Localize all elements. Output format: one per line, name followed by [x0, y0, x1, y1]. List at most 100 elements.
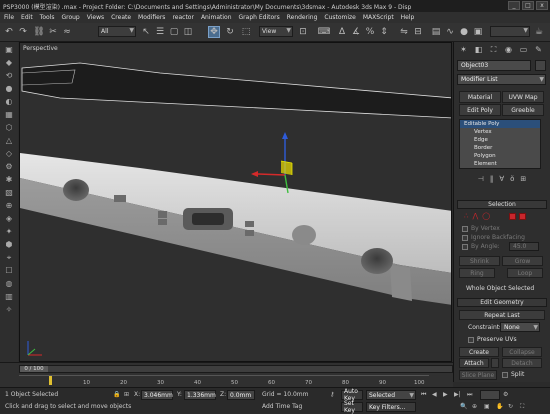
configure-sets-icon[interactable]: ⊞ — [520, 175, 526, 185]
layer-manager-icon[interactable]: ▤ — [430, 26, 442, 38]
curve-editor-icon[interactable]: ∿ — [444, 26, 456, 38]
pan-icon[interactable]: ✋ — [496, 403, 503, 410]
gizmo-x-axis[interactable] — [257, 173, 286, 176]
pivot-center-icon[interactable]: ⊡ — [297, 26, 309, 38]
menu-rendering[interactable]: Rendering — [287, 14, 318, 21]
tool-2-icon[interactable]: ◆ — [3, 57, 15, 68]
by-angle-checkbox[interactable]: By Angle: — [462, 243, 500, 250]
tool-21-icon[interactable]: ✧ — [3, 304, 15, 315]
material-editor-icon[interactable]: ● — [458, 26, 470, 38]
repeat-last-button[interactable]: Repeat Last — [459, 310, 545, 320]
window-crossing-icon[interactable]: ◫ — [182, 26, 194, 38]
zoom-icon[interactable]: 🔍 — [460, 403, 467, 410]
modifier-list-dropdown[interactable]: Modifier List ▼ — [457, 74, 546, 85]
previous-frame-icon[interactable]: ◀ — [432, 391, 437, 398]
tool-4-icon[interactable]: ● — [3, 83, 15, 94]
z-coordinate-field[interactable]: 0.0mm — [227, 390, 255, 400]
object-name-field[interactable]: Object03 — [457, 60, 531, 71]
angle-value-field[interactable]: 45.0 — [509, 242, 539, 251]
menu-help[interactable]: Help — [401, 14, 415, 21]
material-button[interactable]: Material — [459, 91, 501, 103]
menu-modifiers[interactable]: Modifiers — [138, 14, 165, 21]
reference-coordinate-dropdown[interactable]: View ▼ — [259, 26, 293, 37]
tool-18-icon[interactable]: ☐ — [3, 265, 15, 276]
time-config-icon[interactable]: ⚙ — [503, 391, 508, 398]
redo-icon[interactable]: ↷ — [17, 26, 29, 38]
go-to-start-icon[interactable]: ⏮ — [421, 391, 426, 399]
tool-17-icon[interactable]: ⌖ — [3, 252, 15, 263]
render-setup-icon[interactable]: ▣ — [472, 26, 484, 38]
select-and-move-icon[interactable]: ✥ — [208, 26, 220, 38]
ring-button[interactable]: Ring — [459, 268, 495, 278]
tool-13-icon[interactable]: ⊕ — [3, 200, 15, 211]
link-icon[interactable]: ⛓ — [33, 26, 45, 38]
stack-sub-edge[interactable]: Edge — [460, 136, 540, 144]
menu-views[interactable]: Views — [87, 14, 104, 21]
track-bar[interactable]: 10 20 30 40 50 60 70 80 90 100 — [19, 375, 429, 387]
perspective-viewport[interactable]: Perspective — [19, 42, 452, 362]
modify-tab-icon[interactable]: ◧ — [472, 44, 485, 55]
motion-tab-icon[interactable]: ◉ — [502, 44, 515, 55]
zoom-extents-icon[interactable]: ▣ — [484, 403, 490, 410]
collapse-button[interactable]: Collapse — [502, 347, 542, 357]
menu-file[interactable]: File — [4, 14, 14, 21]
orbit-icon[interactable]: ↻ — [508, 403, 513, 410]
keyboard-shortcut-icon[interactable]: ⌨ — [318, 26, 331, 38]
menu-create[interactable]: Create — [111, 14, 131, 21]
absolute-mode-icon[interactable]: ⊞ — [124, 391, 129, 398]
stack-item-editable-poly[interactable]: Editable Poly — [460, 120, 540, 128]
current-frame-field[interactable] — [480, 390, 500, 400]
gizmo-z-arrow[interactable] — [282, 132, 288, 139]
make-unique-icon[interactable]: ∀ — [499, 175, 504, 185]
undo-icon[interactable]: ↶ — [3, 26, 15, 38]
tool-5-icon[interactable]: ◐ — [3, 96, 15, 107]
attach-button[interactable]: Attach — [459, 358, 489, 368]
time-slider-thumb[interactable]: 0 / 100 — [20, 366, 48, 372]
loop-button[interactable]: Loop — [507, 268, 543, 278]
maximize-viewport-icon[interactable]: ⛶ — [520, 403, 524, 411]
add-time-tag-button[interactable]: Add Time Tag — [262, 403, 302, 410]
vertex-mode-icon[interactable]: ∴ — [464, 212, 468, 220]
select-and-rotate-icon[interactable]: ↻ — [224, 26, 236, 38]
tool-7-icon[interactable]: ⬡ — [3, 122, 15, 133]
gizmo-x-arrow[interactable] — [251, 171, 258, 177]
stack-sub-polygon[interactable]: Polygon — [460, 152, 540, 160]
grow-button[interactable]: Grow — [502, 256, 543, 266]
polygon-mode-icon[interactable] — [509, 213, 516, 220]
greeble-button[interactable]: Greeble — [502, 104, 544, 116]
tool-3-icon[interactable]: ⟲ — [3, 70, 15, 81]
tool-20-icon[interactable]: ▥ — [3, 291, 15, 302]
detach-button[interactable]: Detach — [502, 358, 542, 368]
lock-selection-icon[interactable]: 🔒 — [113, 391, 120, 398]
time-slider[interactable]: 0 / 100 — [19, 365, 453, 373]
pin-stack-icon[interactable]: ⊣ — [478, 175, 484, 185]
zoom-all-icon[interactable]: ⊕ — [472, 403, 477, 410]
menu-group[interactable]: Group — [61, 14, 79, 21]
select-object-icon[interactable]: ↖ — [140, 26, 152, 38]
auto-key-button[interactable]: Auto Key — [341, 388, 363, 402]
stack-sub-vertex[interactable]: Vertex — [460, 128, 540, 136]
align-icon[interactable]: ⊟ — [412, 26, 424, 38]
border-mode-icon[interactable]: ◯ — [482, 212, 490, 220]
spinner-snap-icon[interactable]: ⇕ — [378, 26, 390, 38]
split-checkbox[interactable]: Split — [502, 371, 524, 378]
tool-19-icon[interactable]: ◍ — [3, 278, 15, 289]
x-coordinate-field[interactable]: 3.046mm — [141, 390, 173, 400]
remove-modifier-icon[interactable]: ŏ — [510, 175, 514, 185]
selection-rollout-header[interactable]: Selection — [457, 200, 547, 209]
angle-snap-icon[interactable]: ∡ — [350, 26, 362, 38]
keyframe-marker[interactable] — [49, 376, 52, 385]
render-type-dropdown[interactable]: ▼ — [490, 26, 530, 37]
unlink-icon[interactable]: ✂ — [47, 26, 59, 38]
set-key-button[interactable]: Set Key — [341, 400, 363, 414]
tool-15-icon[interactable]: ✦ — [3, 226, 15, 237]
snap-toggle-icon[interactable]: ∆ — [336, 26, 348, 38]
select-by-name-icon[interactable]: ☰ — [154, 26, 166, 38]
next-frame-icon[interactable]: ▶| — [454, 391, 461, 398]
edit-poly-button[interactable]: Edit Poly — [459, 104, 501, 116]
close-button[interactable]: x — [536, 1, 548, 10]
stack-sub-border[interactable]: Border — [460, 144, 540, 152]
menu-reactor[interactable]: reactor — [172, 14, 194, 21]
maximize-button[interactable]: □ — [522, 1, 534, 10]
utilities-tab-icon[interactable]: ✎ — [532, 44, 545, 55]
